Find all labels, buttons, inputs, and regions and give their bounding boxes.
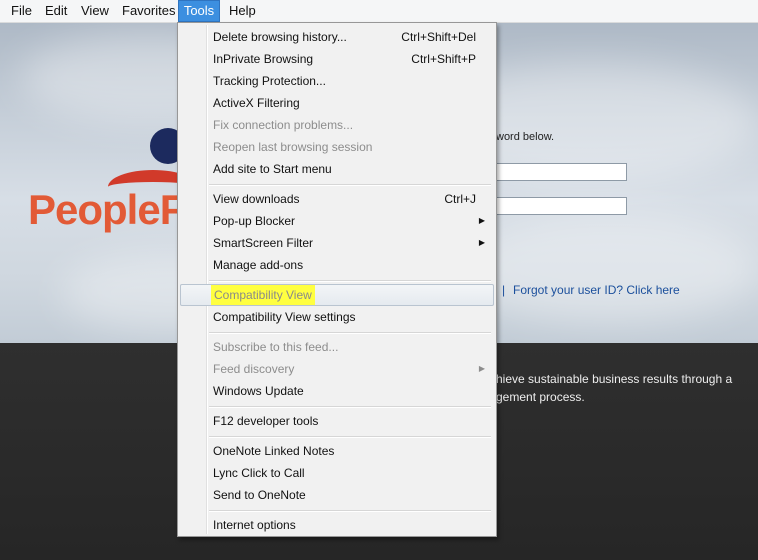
- menu-item-label: F12 developer tools: [213, 414, 319, 428]
- login-instructions: word below.: [496, 131, 555, 143]
- menu-item-view-downloads[interactable]: View downloads Ctrl+J: [180, 188, 494, 210]
- menu-item-onenote-linked-notes[interactable]: OneNote Linked Notes: [180, 440, 494, 462]
- user-id-field[interactable]: [496, 163, 627, 181]
- menu-item-feed-discovery: Feed discovery ▶: [180, 358, 494, 380]
- menu-item-send-to-onenote[interactable]: Send to OneNote: [180, 484, 494, 506]
- menu-item-inprivate-browsing[interactable]: InPrivate Browsing Ctrl+Shift+P: [180, 48, 494, 70]
- menu-bar: File Edit View Favorites Tools Help: [0, 0, 758, 23]
- menu-item-manage-add-ons[interactable]: Manage add-ons: [180, 254, 494, 276]
- link-separator: |: [502, 283, 506, 297]
- menu-separator: [209, 280, 491, 282]
- menu-item-label: Windows Update: [213, 384, 304, 398]
- menu-item-lync-click-to-call[interactable]: Lync Click to Call: [180, 462, 494, 484]
- menu-item-shortcut: Ctrl+J: [444, 192, 476, 206]
- menu-item-tracking-protection[interactable]: Tracking Protection...: [180, 70, 494, 92]
- menu-item-label: Subscribe to this feed...: [213, 340, 339, 354]
- menu-item-label: SmartScreen Filter: [213, 236, 314, 250]
- menu-item-label: Compatibility View: [211, 285, 315, 305]
- menu-item-label: Tracking Protection...: [213, 74, 326, 88]
- menu-item-label: Lync Click to Call: [213, 466, 305, 480]
- menu-item-label: Add site to Start menu: [213, 162, 332, 176]
- menu-item-delete-browsing-history[interactable]: Delete browsing history... Ctrl+Shift+De…: [180, 26, 494, 48]
- menu-item-label: Pop-up Blocker: [213, 214, 296, 228]
- submenu-arrow-icon: ▶: [478, 238, 485, 247]
- menu-separator: [209, 184, 491, 186]
- menu-separator: [209, 406, 491, 408]
- menu-item-label: OneNote Linked Notes: [213, 444, 335, 458]
- menu-item-label: Delete browsing history...: [213, 30, 347, 44]
- menu-item-label: Compatibility View settings: [213, 310, 356, 324]
- menu-item-subscribe-to-feed: Subscribe to this feed...: [180, 336, 494, 358]
- menu-separator: [209, 332, 491, 334]
- menu-item-label: Send to OneNote: [213, 488, 306, 502]
- menu-item-reopen-last-session: Reopen last browsing session: [180, 136, 494, 158]
- menu-item-f12-developer-tools[interactable]: F12 developer tools: [180, 410, 494, 432]
- menu-view[interactable]: View: [81, 0, 109, 22]
- menu-item-compatibility-view-settings[interactable]: Compatibility View settings: [180, 306, 494, 328]
- menu-item-fix-connection-problems: Fix connection problems...: [180, 114, 494, 136]
- menu-item-label: Feed discovery: [213, 362, 295, 376]
- menu-item-activex-filtering[interactable]: ActiveX Filtering: [180, 92, 494, 114]
- menu-item-label: Reopen last browsing session: [213, 140, 373, 154]
- forgot-user-id-link[interactable]: Forgot your user ID? Click here: [513, 283, 680, 297]
- menu-item-windows-update[interactable]: Windows Update: [180, 380, 494, 402]
- menu-tools[interactable]: Tools: [178, 0, 220, 22]
- menu-item-add-site-to-start-menu[interactable]: Add site to Start menu: [180, 158, 494, 180]
- menu-item-shortcut: Ctrl+Shift+P: [411, 52, 476, 66]
- tools-dropdown-menu: Delete browsing history... Ctrl+Shift+De…: [177, 22, 497, 537]
- menu-item-label: Internet options: [213, 518, 296, 532]
- menu-item-label: Manage add-ons: [213, 258, 304, 272]
- submenu-arrow-icon: ▶: [478, 364, 485, 373]
- menu-item-smartscreen-filter[interactable]: SmartScreen Filter ▶: [180, 232, 494, 254]
- menu-separator: [209, 436, 491, 438]
- menu-file[interactable]: File: [11, 0, 32, 22]
- menu-item-popup-blocker[interactable]: Pop-up Blocker ▶: [180, 210, 494, 232]
- menu-item-label: InPrivate Browsing: [213, 52, 314, 66]
- menu-help[interactable]: Help: [229, 0, 256, 22]
- menu-separator: [209, 510, 491, 512]
- menu-item-label: View downloads: [213, 192, 300, 206]
- menu-favorites[interactable]: Favorites: [122, 0, 175, 22]
- password-field[interactable]: [496, 197, 627, 215]
- menu-item-label: ActiveX Filtering: [213, 96, 300, 110]
- menu-item-label: Fix connection problems...: [213, 118, 354, 132]
- menu-item-compatibility-view[interactable]: Compatibility View: [180, 284, 494, 306]
- submenu-arrow-icon: ▶: [478, 216, 485, 225]
- menu-item-shortcut: Ctrl+Shift+Del: [401, 30, 476, 44]
- menu-item-internet-options[interactable]: Internet options: [180, 514, 494, 536]
- company-logo: PeopleF: [28, 186, 185, 233]
- menu-edit[interactable]: Edit: [45, 0, 67, 22]
- promo-text-line-1: hieve sustainable business results throu…: [496, 372, 733, 386]
- promo-text-line-2: gement process.: [496, 390, 585, 404]
